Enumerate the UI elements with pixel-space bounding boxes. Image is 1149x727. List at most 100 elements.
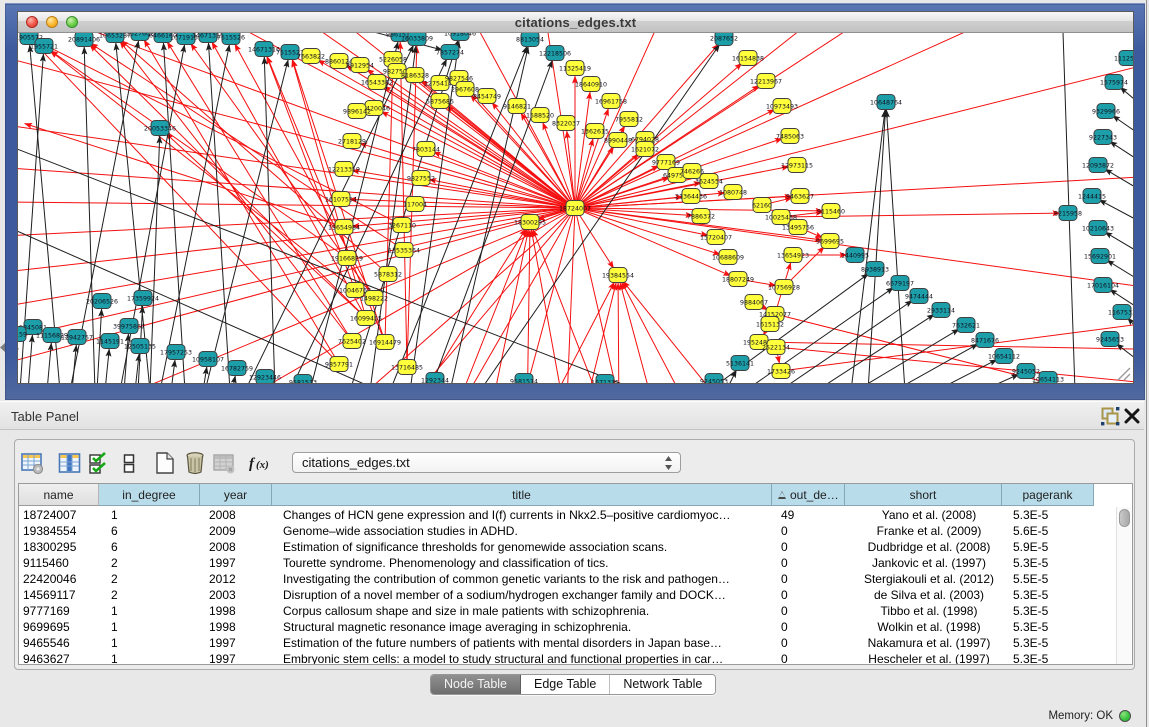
citation-edge-black[interactable] [871, 374, 1019, 383]
select-columns-icon[interactable] [85, 451, 111, 475]
row-height-icon[interactable] [116, 451, 142, 475]
graph-node[interactable]: 20891406 [68, 33, 100, 47]
citation-edge-red[interactable] [533, 230, 650, 384]
graph-node[interactable]: 20053346 [144, 121, 176, 136]
citation-edge-black[interactable] [171, 360, 175, 383]
graph-node[interactable]: 1292344 [421, 373, 449, 384]
citation-edge-black[interactable] [205, 60, 288, 383]
table-row[interactable]: 1872400712008Changes of HCN gene express… [19, 507, 1101, 523]
graph-node[interactable]: 7632621 [952, 318, 980, 333]
close-panel-icon[interactable] [1124, 407, 1140, 424]
graph-node[interactable]: 9474444 [905, 289, 933, 304]
table-row[interactable]: 2242004622012Investigating the contribut… [19, 571, 1101, 587]
graph-node[interactable]: 1080748 [719, 185, 747, 200]
graph-node[interactable]: 10648764 [870, 95, 902, 110]
graph-node[interactable]: 9463627 [786, 189, 814, 204]
citation-edge-black[interactable] [1128, 318, 1134, 344]
citation-edge-red[interactable] [35, 43, 340, 364]
citation-edge-black[interactable] [370, 46, 416, 383]
graph-node[interactable]: 9857791 [325, 357, 353, 372]
graph-node[interactable]: 12973115 [781, 158, 813, 173]
citation-edge-black[interactable] [124, 334, 128, 383]
graph-node[interactable]: 15692901 [1084, 249, 1116, 264]
citation-edge-red[interactable] [40, 208, 575, 383]
show-column-icon[interactable] [56, 451, 82, 475]
graph-node[interactable]: 16782759 [221, 361, 253, 376]
graph-node[interactable]: 9146821 [503, 99, 531, 114]
graph-node[interactable]: 9581514 [510, 374, 538, 384]
citation-edge-red[interactable] [220, 208, 575, 383]
graph-node[interactable]: 13654923 [777, 248, 809, 263]
function-builder-icon[interactable]: f(x) [248, 451, 274, 475]
citation-edge-black[interactable] [805, 344, 978, 383]
float-panel-icon[interactable] [1101, 407, 1120, 426]
citation-edge-red[interactable] [618, 283, 620, 383]
table-row[interactable]: 946362711997Embryonic stem cells: a mode… [19, 651, 1101, 665]
graph-node[interactable]: 9245653 [1096, 332, 1124, 347]
graph-node[interactable]: 1575974 [1100, 75, 1128, 90]
graph-node[interactable]: 12093872 [1082, 158, 1114, 173]
graph-node[interactable]: 5878312 [374, 267, 402, 282]
graph-node[interactable]: 7515526 [217, 33, 245, 45]
citation-edge-black[interactable] [851, 110, 885, 383]
citation-edge-black[interactable] [105, 349, 109, 383]
graph-node[interactable]: 16107554 [325, 192, 357, 207]
column-header-title[interactable]: title [272, 484, 772, 506]
graph-node[interactable]: 1671315 [591, 375, 619, 384]
vertical-scrollbar[interactable] [1116, 507, 1131, 665]
graph-node[interactable]: 19384554 [602, 268, 634, 283]
graph-node[interactable]: 17957253 [160, 345, 192, 360]
citation-edge-black[interactable] [838, 360, 997, 383]
citation-edge-black[interactable] [203, 367, 207, 383]
graph-node[interactable]: 9699695 [816, 234, 844, 249]
graph-node[interactable]: 8322037 [552, 116, 580, 131]
graph-node[interactable]: 16154838 [732, 51, 764, 66]
graph-node[interactable]: 7955812 [615, 112, 643, 127]
graph-node[interactable]: 7803144 [412, 142, 440, 157]
graph-node[interactable]: 16033809 [401, 33, 433, 46]
scrollbar-thumb[interactable] [1119, 509, 1130, 527]
graph-node[interactable]: 1621072 [631, 142, 659, 157]
graph-node[interactable]: 10918046 [444, 33, 476, 41]
graph-node[interactable]: 39975867 [113, 319, 145, 334]
graph-node[interactable]: 62160 [752, 198, 772, 213]
tab-network-table[interactable]: Network Table [610, 675, 715, 694]
graph-node[interactable]: 9329966 [1092, 104, 1120, 119]
tab-node-table[interactable]: Node Table [431, 675, 521, 694]
graph-node[interactable]: 10958107 [192, 352, 224, 367]
citation-edge-black[interactable] [28, 335, 32, 383]
graph-node[interactable]: 39159 [18, 327, 27, 342]
citation-edge-red[interactable] [575, 171, 1133, 208]
graph-node[interactable]: 11325419 [559, 61, 591, 76]
table-row[interactable]: 1830029562008Estimation of significance … [19, 539, 1101, 555]
graph-node[interactable]: 20206526 [86, 294, 118, 309]
table-select-combobox[interactable]: citations_edges.txt [292, 452, 681, 473]
table-row[interactable]: 1456911722003Disruption of a novel membe… [19, 587, 1101, 603]
graph-node[interactable]: 7857274 [436, 45, 464, 60]
citation-edge-red[interactable] [575, 208, 614, 268]
delete-table-icon[interactable] [211, 451, 237, 475]
column-header-pagerank[interactable]: pagerank [1002, 484, 1094, 506]
graph-node[interactable]: 1167533 [1108, 305, 1133, 320]
citation-edge-red[interactable] [50, 51, 355, 290]
graph-node[interactable]: 16914479 [369, 335, 401, 350]
graph-node[interactable]: 13716485 [391, 360, 423, 375]
graph-node[interactable]: 15720407 [700, 230, 732, 245]
resize-grip-icon[interactable] [1115, 365, 1131, 381]
column-header-name[interactable]: name [19, 484, 99, 506]
graph-node[interactable]: 7485063 [776, 129, 804, 144]
citation-edge-red[interactable] [575, 41, 1133, 208]
column-header-short[interactable]: short [845, 484, 1002, 506]
graph-node[interactable]: 8215958 [1054, 206, 1082, 221]
citation-edge-red[interactable] [525, 230, 530, 383]
graph-node[interactable]: 1112546 [1114, 51, 1133, 66]
graph-node[interactable]: 18640910 [575, 77, 607, 92]
citation-edge-black[interactable] [887, 110, 906, 383]
citation-edge-red[interactable] [620, 283, 695, 383]
column-header-out_degree[interactable]: out_de… [772, 484, 845, 506]
graph-node[interactable]: 10210643 [1082, 221, 1114, 236]
graph-node[interactable]: 7886372 [687, 209, 715, 224]
delete-column-icon[interactable] [182, 451, 208, 475]
citation-edge-black[interactable] [1120, 87, 1133, 114]
table-row[interactable]: 911546021997Tourette syndrome. Phenomeno… [19, 555, 1101, 571]
